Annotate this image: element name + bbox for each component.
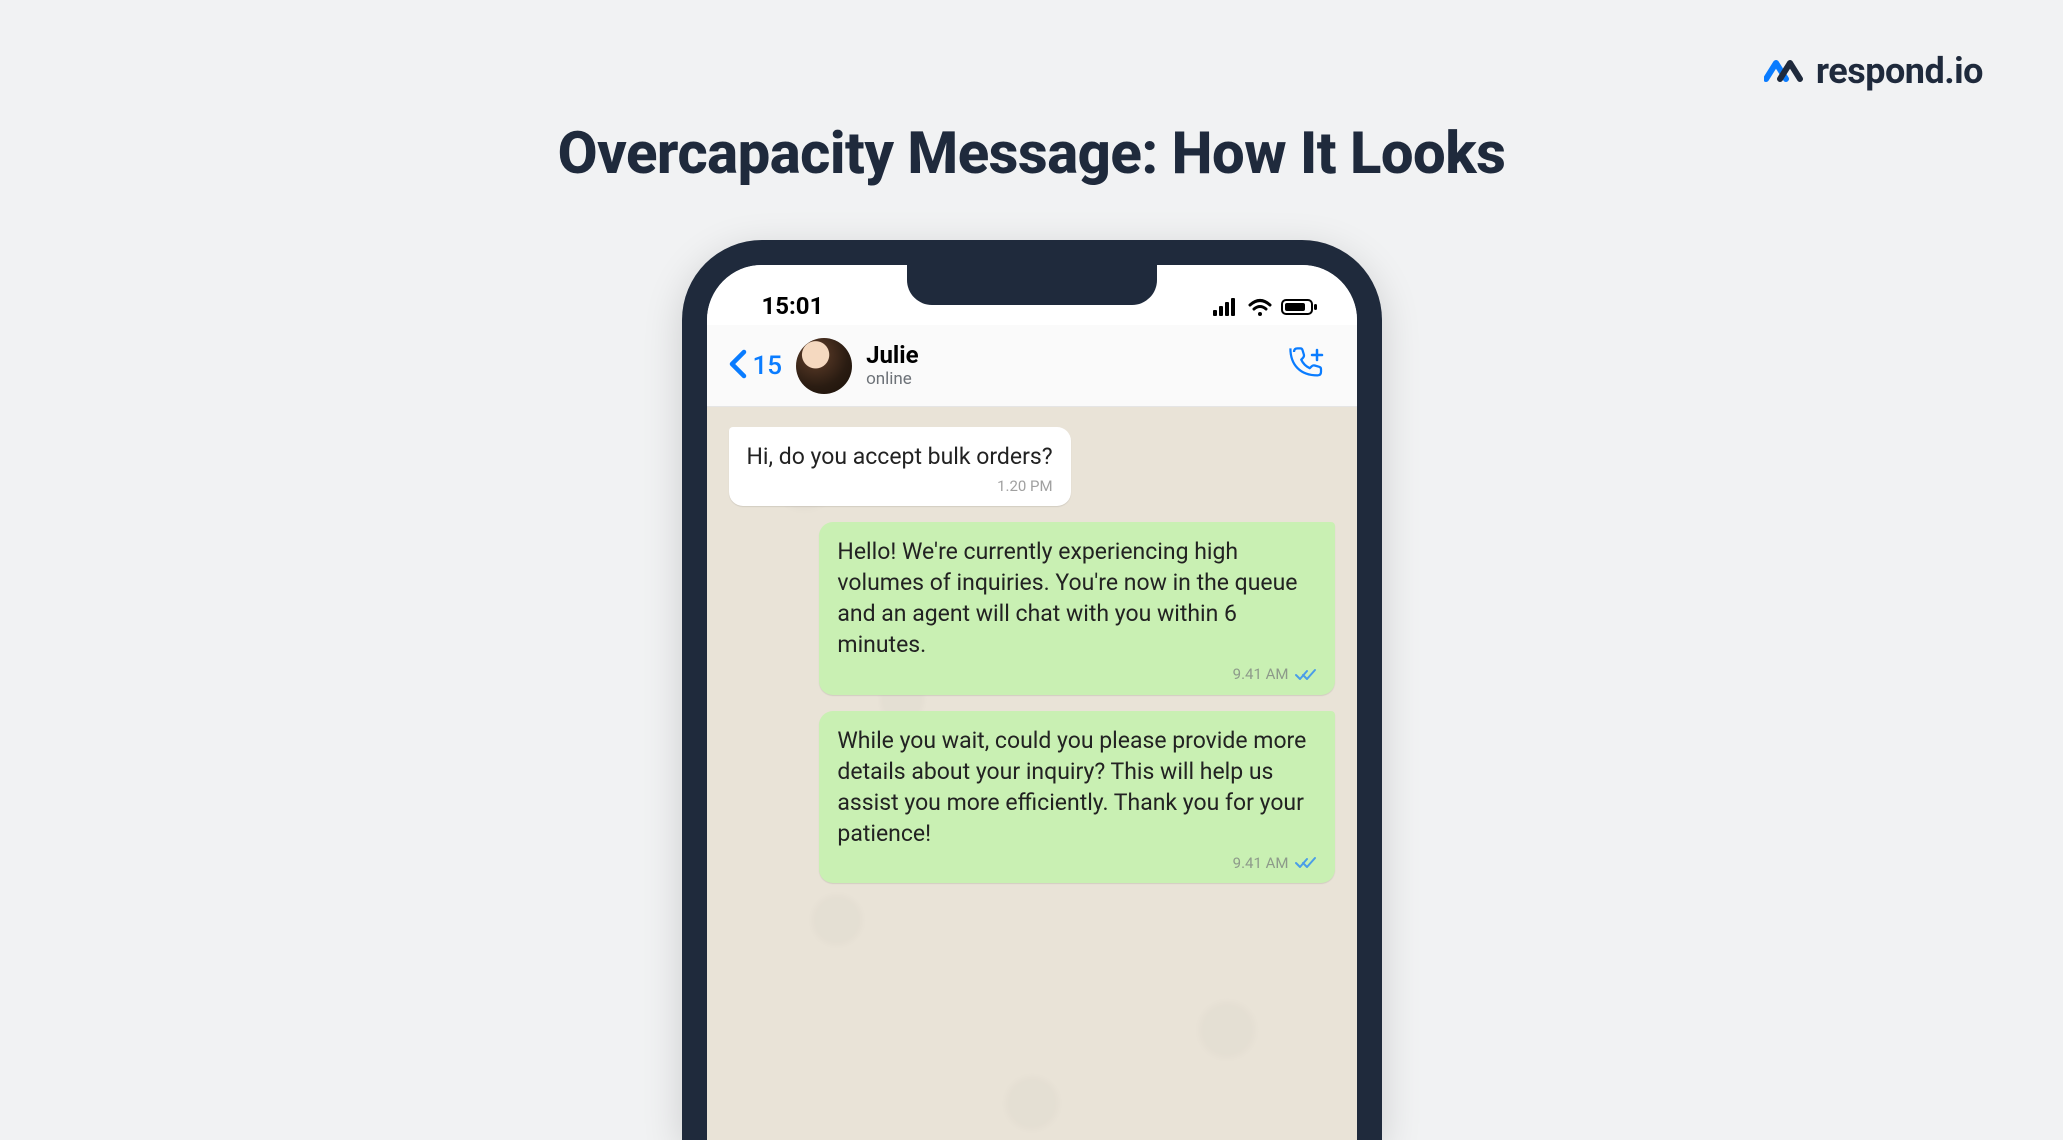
call-button[interactable]	[1287, 344, 1327, 388]
status-time: 15:01	[762, 292, 824, 320]
message-text: While you wait, could you please provide…	[837, 725, 1316, 849]
status-icons	[1213, 298, 1317, 320]
message-text: Hello! We're currently experiencing high…	[837, 536, 1316, 660]
battery-icon	[1281, 298, 1317, 320]
brand-logo-text: respond.io	[1816, 50, 1983, 92]
phone-notch	[907, 265, 1157, 305]
back-button[interactable]: 15	[727, 348, 783, 384]
message-meta: 9.41 AM	[837, 664, 1316, 684]
chevron-left-icon	[727, 348, 749, 384]
page-title: Overcapacity Message: How It Looks	[558, 120, 1506, 188]
message-text: Hi, do you accept bulk orders?	[747, 441, 1053, 472]
cellular-icon	[1213, 298, 1239, 320]
brand-logo-icon	[1764, 53, 1810, 89]
chat-header: 15 Julie online	[707, 325, 1357, 407]
contact-avatar[interactable]	[796, 338, 852, 394]
phone-screen: 15:01	[707, 265, 1357, 1140]
message-incoming: Hi, do you accept bulk orders? 1.20 PM	[729, 427, 1071, 506]
double-check-icon	[1295, 856, 1317, 870]
double-check-icon	[1295, 668, 1317, 682]
message-time: 9.41 AM	[1233, 664, 1289, 684]
contact-status: online	[866, 369, 1286, 389]
brand-logo: respond.io	[1764, 50, 1983, 92]
back-unread-count: 15	[753, 351, 783, 381]
chat-body: Hi, do you accept bulk orders? 1.20 PM H…	[707, 407, 1357, 1140]
message-outgoing: While you wait, could you please provide…	[819, 711, 1334, 883]
message-meta: 9.41 AM	[837, 853, 1316, 873]
contact-info[interactable]: Julie online	[866, 342, 1286, 388]
message-meta: 1.20 PM	[747, 476, 1053, 496]
message-time: 1.20 PM	[997, 476, 1053, 496]
contact-name: Julie	[866, 342, 1286, 368]
message-outgoing: Hello! We're currently experiencing high…	[819, 522, 1334, 694]
message-time: 9.41 AM	[1233, 853, 1289, 873]
wifi-icon	[1247, 298, 1273, 320]
phone-frame: 15:01	[682, 240, 1382, 1140]
